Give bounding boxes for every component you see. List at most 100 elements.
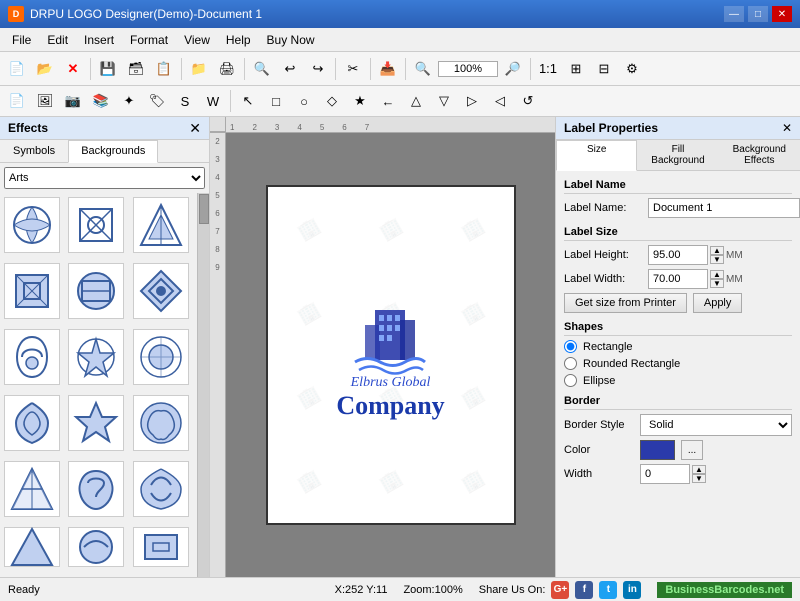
- border-width-spin-up[interactable]: ▲: [692, 465, 706, 474]
- effect-item[interactable]: [133, 395, 189, 451]
- tb-zoom-out[interactable]: 🔎: [500, 56, 526, 82]
- tb2-rect[interactable]: □: [263, 88, 289, 114]
- tb-save-as[interactable]: 📋: [151, 56, 177, 82]
- tb2-arrow-r[interactable]: ▷: [459, 88, 485, 114]
- tb-zoom-in[interactable]: 🔍: [410, 56, 436, 82]
- menu-format[interactable]: Format: [122, 31, 176, 49]
- label-name-input[interactable]: [648, 198, 800, 218]
- effect-item[interactable]: [68, 197, 124, 253]
- effect-item[interactable]: [4, 263, 60, 319]
- tb2-arrow-d[interactable]: ▽: [431, 88, 457, 114]
- tb2-new[interactable]: 📄: [4, 88, 30, 114]
- tb2-fx[interactable]: ✦: [116, 88, 142, 114]
- tb-redo[interactable]: ↪: [305, 56, 331, 82]
- border-width-spin-down[interactable]: ▼: [692, 474, 706, 483]
- tb-new[interactable]: 📄: [4, 56, 30, 82]
- tb2-cam[interactable]: 📷: [60, 88, 86, 114]
- effects-category-select[interactable]: Arts Nature Abstract: [4, 167, 205, 189]
- width-spin-up[interactable]: ▲: [710, 270, 724, 279]
- shape-rounded-radio[interactable]: [564, 357, 577, 370]
- border-color-swatch[interactable]: [640, 440, 675, 460]
- tb2-img[interactable]: 🖼: [32, 88, 58, 114]
- effects-scrollbar[interactable]: [197, 193, 209, 577]
- effect-item[interactable]: [4, 329, 60, 385]
- tb2-curve[interactable]: ↺: [515, 88, 541, 114]
- effects-panel-close[interactable]: ✕: [189, 121, 201, 135]
- effect-item[interactable]: [4, 395, 60, 451]
- shape-rectangle-radio[interactable]: [564, 340, 577, 353]
- tb2-cursor[interactable]: ↖: [235, 88, 261, 114]
- effect-item[interactable]: [4, 461, 60, 517]
- apply-button[interactable]: Apply: [693, 293, 743, 313]
- border-color-picker-button[interactable]: ...: [681, 440, 703, 460]
- shape-ellipse-radio[interactable]: [564, 374, 577, 387]
- tab-background-effects[interactable]: Background Effects: [719, 140, 800, 170]
- label-properties-close[interactable]: ✕: [782, 121, 792, 135]
- tb2-triangle[interactable]: △: [403, 88, 429, 114]
- tb-save[interactable]: 💾: [95, 56, 121, 82]
- effect-item[interactable]: [68, 329, 124, 385]
- get-size-from-printer-button[interactable]: Get size from Printer: [564, 293, 687, 313]
- tab-fill-background[interactable]: Fill Background: [637, 140, 718, 170]
- google-share-icon[interactable]: G+: [551, 581, 569, 599]
- close-button[interactable]: ✕: [772, 6, 792, 22]
- menu-file[interactable]: File: [4, 31, 39, 49]
- effect-item[interactable]: [133, 263, 189, 319]
- maximize-button[interactable]: □: [748, 6, 768, 22]
- width-input[interactable]: [648, 269, 708, 289]
- width-spin-down[interactable]: ▼: [710, 279, 724, 288]
- border-style-select[interactable]: Solid Dashed Dotted None: [640, 414, 792, 436]
- tb-cut[interactable]: ✂: [340, 56, 366, 82]
- tab-backgrounds[interactable]: Backgrounds: [68, 140, 158, 163]
- effect-item[interactable]: [133, 329, 189, 385]
- tb-find[interactable]: 🔍: [249, 56, 275, 82]
- tb2-word[interactable]: W: [200, 88, 226, 114]
- tb-open[interactable]: 📂: [32, 56, 58, 82]
- tb2-arrow-l[interactable]: ←: [375, 88, 401, 114]
- height-input[interactable]: [648, 245, 708, 265]
- tb2-badge[interactable]: 🏷: [144, 88, 170, 114]
- effect-item[interactable]: [4, 527, 60, 567]
- height-spin-up[interactable]: ▲: [710, 246, 724, 255]
- menu-buynow[interactable]: Buy Now: [259, 31, 323, 49]
- tb-close-doc[interactable]: ✕: [60, 56, 86, 82]
- height-spin-down[interactable]: ▼: [710, 255, 724, 264]
- tb-settings[interactable]: ⚙: [619, 56, 645, 82]
- facebook-share-icon[interactable]: f: [575, 581, 593, 599]
- tb-save-all[interactable]: 🗃: [123, 56, 149, 82]
- zoom-display[interactable]: 100%: [438, 61, 498, 77]
- effect-item[interactable]: [133, 527, 189, 567]
- menu-view[interactable]: View: [176, 31, 218, 49]
- tab-symbols[interactable]: Symbols: [0, 140, 68, 162]
- linkedin-share-icon[interactable]: in: [623, 581, 641, 599]
- effect-item[interactable]: [133, 461, 189, 517]
- menu-insert[interactable]: Insert: [76, 31, 122, 49]
- tb2-diamond[interactable]: ◇: [319, 88, 345, 114]
- effect-item[interactable]: [68, 395, 124, 451]
- businessbarcodes-badge[interactable]: BusinessBarcodes.net: [657, 582, 792, 598]
- tb2-arrow-lb[interactable]: ◁: [487, 88, 513, 114]
- tb-open2[interactable]: 📁: [186, 56, 212, 82]
- tb-grid[interactable]: ⊞: [563, 56, 589, 82]
- effect-item[interactable]: [68, 527, 124, 567]
- menu-help[interactable]: Help: [218, 31, 259, 49]
- effect-item[interactable]: [4, 197, 60, 253]
- effect-item[interactable]: [68, 461, 124, 517]
- border-width-input[interactable]: [640, 464, 690, 484]
- minimize-button[interactable]: —: [724, 6, 744, 22]
- tb-import[interactable]: 📥: [375, 56, 401, 82]
- tb-actual-size[interactable]: 1:1: [535, 56, 561, 82]
- effect-item[interactable]: [133, 197, 189, 253]
- tab-size[interactable]: Size: [556, 140, 637, 171]
- tb-undo[interactable]: ↩: [277, 56, 303, 82]
- twitter-share-icon[interactable]: t: [599, 581, 617, 599]
- menu-edit[interactable]: Edit: [39, 31, 76, 49]
- effect-item[interactable]: [68, 263, 124, 319]
- tb-print-preview[interactable]: 🖨: [214, 56, 240, 82]
- tb2-layers[interactable]: 📚: [88, 88, 114, 114]
- tb2-circle[interactable]: ○: [291, 88, 317, 114]
- tb-grid2[interactable]: ⊟: [591, 56, 617, 82]
- tb2-text[interactable]: S: [172, 88, 198, 114]
- tb2-star[interactable]: ★: [347, 88, 373, 114]
- effects-panel-tabs: Symbols Backgrounds: [0, 140, 209, 163]
